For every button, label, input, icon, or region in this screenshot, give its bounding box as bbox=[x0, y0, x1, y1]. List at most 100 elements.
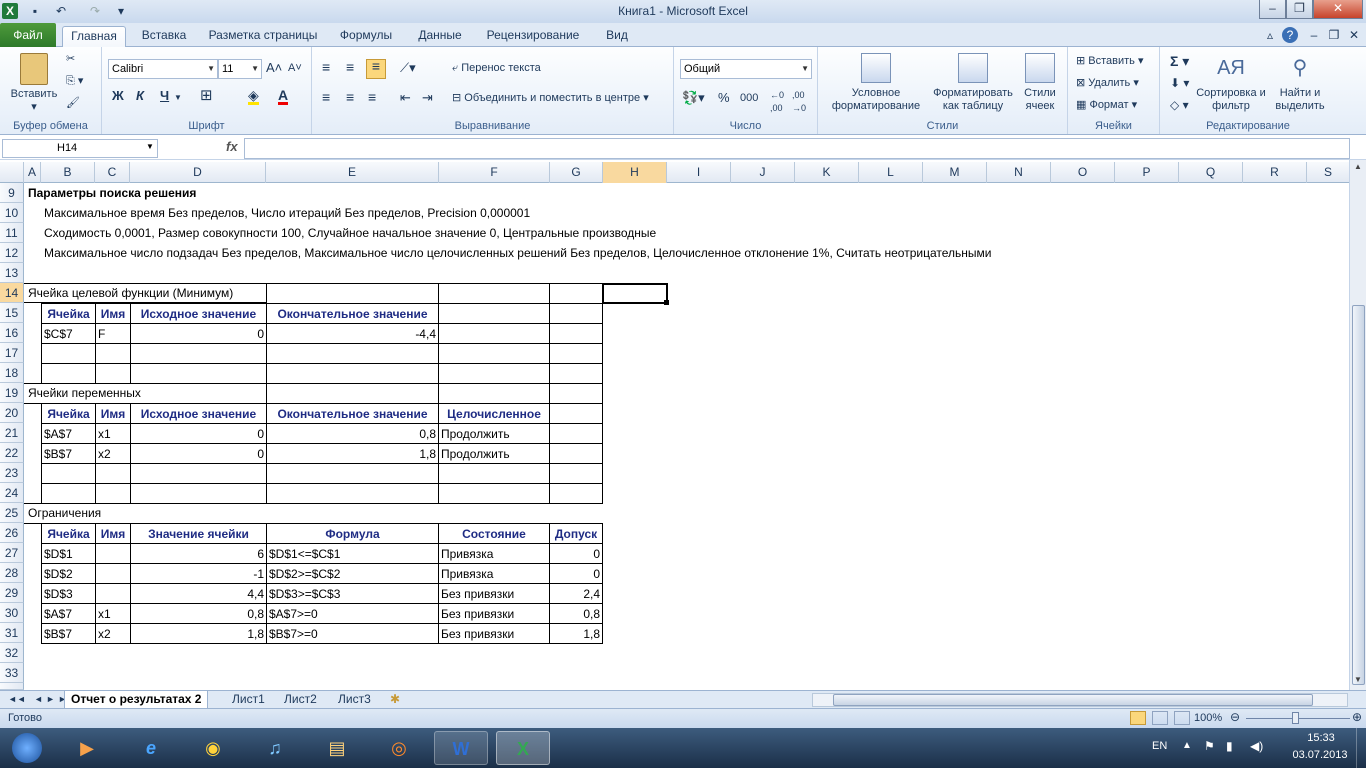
zoom-level[interactable]: 100% bbox=[1194, 712, 1222, 724]
table-cell[interactable]: -4,4 bbox=[266, 323, 439, 344]
table-header[interactable]: Формула bbox=[266, 523, 439, 544]
col-header[interactable]: D bbox=[130, 162, 266, 183]
firefox-icon[interactable]: ◎ bbox=[372, 731, 426, 765]
table-cell[interactable]: 0 bbox=[549, 543, 603, 564]
table-cell[interactable]: $A$7>=0 bbox=[266, 603, 439, 624]
format-cells-button[interactable]: ▦ Формат ▾ bbox=[1076, 99, 1137, 112]
table-cell[interactable]: $C$7 bbox=[41, 323, 96, 344]
cell-B11[interactable]: Сходимость 0,0001, Размер совокупности 1… bbox=[42, 223, 658, 243]
row-header[interactable]: 28 bbox=[0, 563, 24, 583]
orientation-icon[interactable]: ⟋▾ bbox=[400, 61, 416, 74]
table-cell[interactable]: Без привязки bbox=[438, 623, 550, 644]
table-cell[interactable]: Без привязки bbox=[438, 583, 550, 604]
cell-B10[interactable]: Максимальное время Без пределов, Число и… bbox=[42, 203, 532, 223]
table-cell[interactable]: Привязка bbox=[438, 543, 550, 564]
table-cell[interactable]: $D$3 bbox=[41, 583, 96, 604]
wrap-text-button[interactable]: ⤶ Перенос текста bbox=[452, 62, 541, 75]
col-header[interactable]: F bbox=[439, 162, 550, 183]
insert-function-icon[interactable]: fx bbox=[226, 139, 238, 154]
row-header[interactable]: 25 bbox=[0, 503, 24, 523]
shrink-font-icon[interactable]: A˅ bbox=[288, 62, 302, 75]
vertical-scrollbar[interactable]: ▲ ▼ bbox=[1349, 160, 1366, 690]
row-header[interactable]: 18 bbox=[0, 363, 24, 383]
restore-button[interactable]: ❐ bbox=[1286, 0, 1313, 19]
clock-time[interactable]: 15:33 bbox=[1298, 732, 1344, 744]
merge-center-button[interactable]: ⊟ Объединить и поместить в центре ▾ bbox=[452, 92, 649, 105]
scroll-down-icon[interactable]: ▼ bbox=[1352, 675, 1364, 689]
selected-cell[interactable] bbox=[602, 283, 668, 304]
copy-icon[interactable]: ⎘ ▾ bbox=[66, 75, 83, 88]
start-button[interactable] bbox=[0, 731, 54, 765]
row-header[interactable]: 31 bbox=[0, 623, 24, 643]
word-icon[interactable]: W bbox=[434, 731, 488, 765]
page-break-view-icon[interactable] bbox=[1174, 711, 1190, 725]
thousands-button[interactable]: 000 bbox=[740, 92, 758, 105]
file-explorer-icon[interactable]: ▤ bbox=[310, 731, 364, 765]
table-header[interactable]: Исходное значение bbox=[130, 303, 267, 324]
col-header[interactable]: L bbox=[859, 162, 923, 183]
tab-data[interactable]: Данные bbox=[406, 26, 474, 47]
bold-button[interactable]: Ж bbox=[112, 89, 124, 102]
volume-icon[interactable]: ◀) bbox=[1250, 739, 1263, 753]
table-cell[interactable]: 6 bbox=[130, 543, 267, 564]
increase-indent-icon[interactable]: ⇥ bbox=[422, 91, 433, 104]
table-header[interactable]: Имя bbox=[95, 403, 131, 424]
table-cell[interactable]: 0,8 bbox=[130, 603, 267, 624]
help-icon[interactable]: ? bbox=[1282, 27, 1298, 43]
scroll-up-icon[interactable]: ▲ bbox=[1352, 162, 1364, 176]
col-header[interactable]: R bbox=[1243, 162, 1307, 183]
close-button[interactable]: ✕ bbox=[1313, 0, 1363, 19]
table-cell[interactable] bbox=[95, 583, 131, 604]
row-header[interactable]: 20 bbox=[0, 403, 24, 423]
table-header[interactable]: Целочисленное bbox=[438, 403, 550, 424]
table-cell[interactable]: 1,8 bbox=[266, 443, 439, 464]
row-header[interactable]: 26 bbox=[0, 523, 24, 543]
table-header[interactable]: Имя bbox=[95, 303, 131, 324]
col-header[interactable]: I bbox=[667, 162, 731, 183]
table-header[interactable]: Имя bbox=[95, 523, 131, 544]
table-cell[interactable]: 0 bbox=[130, 443, 267, 464]
table-cell[interactable]: x1 bbox=[95, 423, 131, 444]
underline-button[interactable]: Ч bbox=[160, 89, 169, 102]
table-cell[interactable]: $B$7 bbox=[41, 443, 96, 464]
page-layout-view-icon[interactable] bbox=[1152, 711, 1168, 725]
currency-icon[interactable]: 💱▾ bbox=[682, 91, 705, 104]
tab-review[interactable]: Рецензирование bbox=[478, 26, 588, 47]
doc-minimize-icon[interactable]: – bbox=[1306, 26, 1322, 47]
decrease-indent-icon[interactable]: ⇤ bbox=[400, 91, 411, 104]
hscroll-thumb[interactable] bbox=[833, 694, 1313, 706]
table-cell[interactable]: $B$7 bbox=[41, 623, 96, 644]
italic-button[interactable]: К bbox=[136, 89, 144, 102]
media-player-icon[interactable]: ▶ bbox=[60, 731, 114, 765]
table-cell[interactable]: Продолжить bbox=[438, 423, 550, 444]
clear-icon[interactable]: ◇ ▾ bbox=[1170, 99, 1189, 112]
col-header[interactable]: S bbox=[1307, 162, 1350, 183]
borders-icon[interactable]: ⊞ bbox=[200, 88, 213, 103]
table-header[interactable]: Допуск bbox=[549, 523, 603, 544]
cut-icon[interactable]: ✂ bbox=[66, 53, 75, 66]
col-header[interactable]: C bbox=[95, 162, 130, 183]
row-header[interactable]: 9 bbox=[0, 183, 24, 203]
table-cell[interactable]: $D$1 bbox=[41, 543, 96, 564]
row-header[interactable]: 21 bbox=[0, 423, 24, 443]
font-name-select[interactable]: Calibri ▼ bbox=[108, 59, 218, 79]
minimize-ribbon-icon[interactable]: ▵ bbox=[1262, 26, 1278, 47]
table-header[interactable]: Состояние bbox=[438, 523, 550, 544]
find-select-button[interactable]: ⚲ Найти и выделить bbox=[1266, 53, 1334, 113]
format-as-table-button[interactable]: Форматировать как таблицу bbox=[930, 53, 1016, 113]
table-cell[interactable]: F bbox=[95, 323, 131, 344]
zoom-in-icon[interactable]: ⊕ bbox=[1352, 710, 1362, 724]
row-header[interactable]: 32 bbox=[0, 643, 24, 663]
table-cell[interactable] bbox=[95, 563, 131, 584]
row-header[interactable]: 23 bbox=[0, 463, 24, 483]
table-cell[interactable]: Привязка bbox=[438, 563, 550, 584]
tray-up-icon[interactable]: ▲ bbox=[1182, 740, 1192, 751]
scroll-thumb[interactable] bbox=[1352, 305, 1365, 685]
table-header[interactable]: Окончательное значение bbox=[266, 303, 439, 324]
row-header[interactable]: 10 bbox=[0, 203, 24, 223]
table-cell[interactable]: -1 bbox=[130, 563, 267, 584]
row-header[interactable]: 33 bbox=[0, 663, 24, 683]
table-cell[interactable]: 2,4 bbox=[549, 583, 603, 604]
zoom-out-icon[interactable]: ⊖ bbox=[1230, 710, 1240, 724]
col-header[interactable]: M bbox=[923, 162, 987, 183]
